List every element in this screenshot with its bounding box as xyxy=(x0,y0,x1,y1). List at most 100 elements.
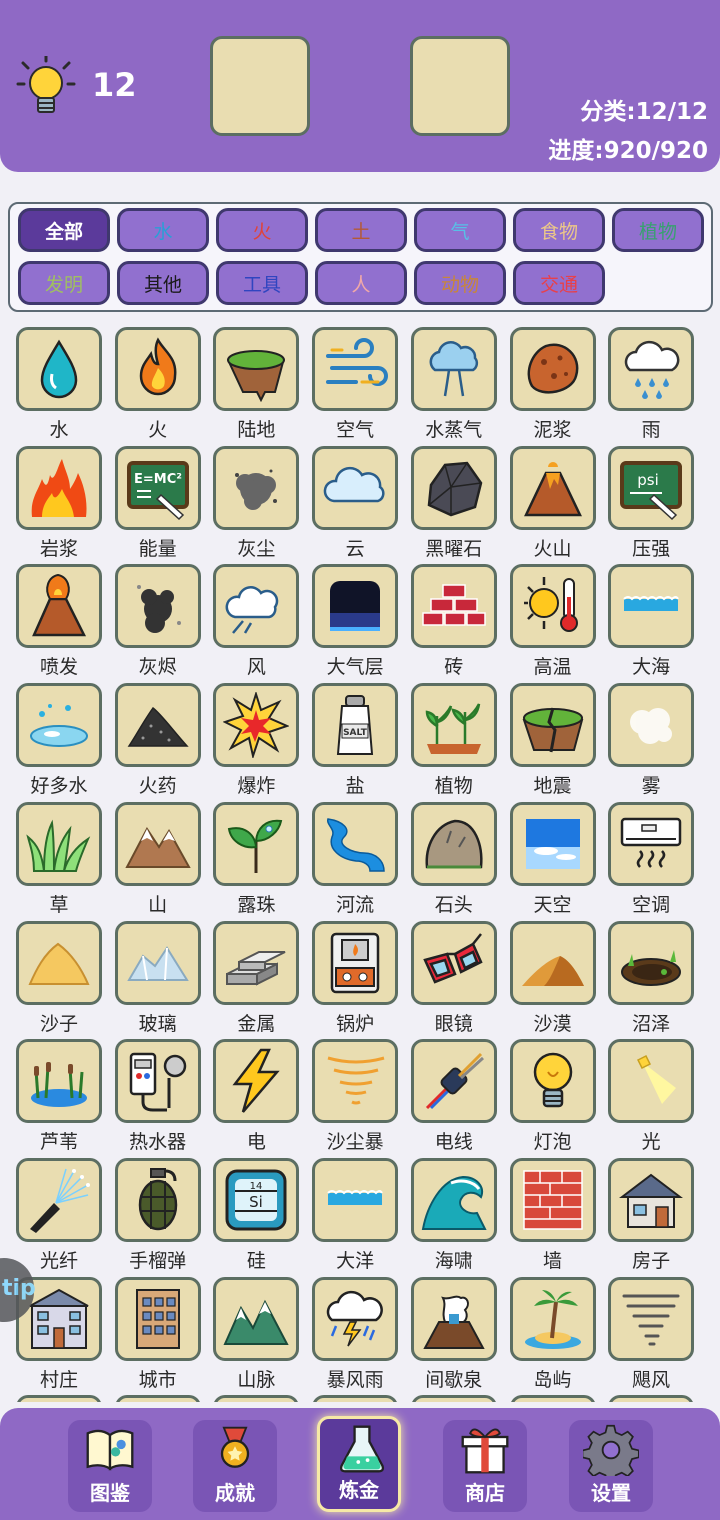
element-tile[interactable] xyxy=(114,683,201,768)
filter-chip[interactable]: 火 xyxy=(216,208,308,252)
element-tile[interactable] xyxy=(213,683,300,768)
filter-chip[interactable]: 交通 xyxy=(513,261,605,305)
element-tile[interactable] xyxy=(410,564,497,649)
element-card[interactable]: 植物 xyxy=(410,683,510,801)
element-tile-partial[interactable] xyxy=(16,1395,102,1402)
element-card[interactable]: 黑曜石 xyxy=(410,445,510,564)
nav-medal-button[interactable]: 成就 xyxy=(193,1420,277,1512)
element-tile[interactable] xyxy=(114,801,201,886)
element-tile[interactable]: E=MC² xyxy=(114,445,201,530)
hint-bulb-icon[interactable] xyxy=(16,56,76,120)
element-card[interactable]: 飓风 xyxy=(608,1276,707,1395)
element-tile[interactable] xyxy=(410,327,497,411)
element-tile[interactable] xyxy=(114,920,201,1005)
element-card[interactable]: 石头 xyxy=(410,801,510,920)
element-tile[interactable] xyxy=(410,1039,497,1124)
element-card[interactable]: 灯泡 xyxy=(509,1039,609,1157)
element-card[interactable]: 空调 xyxy=(608,801,707,920)
element-card[interactable]: 眼镜 xyxy=(410,920,510,1039)
element-tile[interactable] xyxy=(410,1276,497,1361)
element-tile[interactable] xyxy=(410,801,497,886)
filter-chip[interactable]: 植物 xyxy=(612,208,704,252)
element-tile[interactable]: psi xyxy=(608,445,695,530)
element-card[interactable]: 光 xyxy=(608,1039,707,1157)
element-tile[interactable] xyxy=(410,683,497,768)
element-card[interactable]: 火山 xyxy=(509,445,609,564)
nav-flask-button[interactable]: 炼金 xyxy=(317,1416,401,1512)
filter-chip[interactable]: 水 xyxy=(117,208,209,252)
filter-chip[interactable]: 其他 xyxy=(117,261,209,305)
element-tile[interactable] xyxy=(213,1276,300,1361)
element-tile[interactable] xyxy=(16,801,102,886)
element-tile[interactable] xyxy=(608,1157,695,1242)
element-tile[interactable] xyxy=(312,801,399,886)
element-tile[interactable] xyxy=(16,1157,102,1242)
element-card[interactable]: 沙漠 xyxy=(509,920,609,1039)
element-card[interactable]: 高温 xyxy=(509,564,609,682)
element-card[interactable]: 大海 xyxy=(608,564,707,682)
element-tile[interactable] xyxy=(608,564,695,649)
element-card[interactable]: 房子 xyxy=(608,1157,707,1276)
element-tile[interactable] xyxy=(16,445,102,530)
element-card[interactable]: E=MC² 能量 xyxy=(114,445,214,564)
element-card[interactable]: 泥浆 xyxy=(509,327,609,445)
element-tile[interactable] xyxy=(312,327,399,411)
element-card[interactable]: 水 xyxy=(16,327,115,445)
combine-slot-right[interactable] xyxy=(410,36,510,136)
element-card[interactable]: 山 xyxy=(114,801,214,920)
element-tile[interactable] xyxy=(509,1157,596,1242)
element-card[interactable]: 露珠 xyxy=(213,801,312,920)
element-card[interactable]: 风 xyxy=(213,564,312,682)
nav-gear-button[interactable]: 设置 xyxy=(569,1420,653,1512)
filter-chip[interactable]: 动物 xyxy=(414,261,506,305)
element-card[interactable]: 城市 xyxy=(114,1276,214,1395)
element-tile[interactable] xyxy=(509,564,596,649)
element-tile[interactable] xyxy=(114,1276,201,1361)
element-card[interactable]: 火 xyxy=(114,327,214,445)
element-card[interactable]: 电 xyxy=(213,1039,312,1157)
element-card[interactable]: psi 压强 xyxy=(608,445,707,564)
element-card[interactable]: 14 Si 硅 xyxy=(213,1157,312,1276)
element-tile[interactable] xyxy=(213,445,300,530)
nav-book-button[interactable]: 图鉴 xyxy=(68,1420,152,1512)
element-tile[interactable] xyxy=(509,327,596,411)
element-card[interactable]: 手榴弹 xyxy=(114,1157,214,1276)
element-card[interactable]: 草 xyxy=(16,801,115,920)
element-card[interactable]: SALT 盐 xyxy=(312,683,411,801)
element-card[interactable]: 雨 xyxy=(608,327,707,445)
element-card[interactable]: 灰烬 xyxy=(114,564,214,682)
element-card[interactable]: 间歇泉 xyxy=(410,1276,510,1395)
element-tile[interactable] xyxy=(509,920,596,1005)
element-card[interactable]: 爆炸 xyxy=(213,683,312,801)
element-tile[interactable] xyxy=(213,801,300,886)
combine-slot-left[interactable] xyxy=(210,36,310,136)
element-tile[interactable] xyxy=(509,1039,596,1124)
element-card[interactable]: 沙子 xyxy=(16,920,115,1039)
element-tile[interactable] xyxy=(608,1276,695,1361)
element-card[interactable]: 墙 xyxy=(509,1157,609,1276)
element-tile[interactable] xyxy=(608,683,695,768)
element-tile[interactable] xyxy=(213,327,300,411)
element-card[interactable]: 河流 xyxy=(312,801,411,920)
element-card[interactable]: 陆地 xyxy=(213,327,312,445)
element-tile-partial[interactable] xyxy=(509,1395,596,1402)
element-tile[interactable] xyxy=(509,445,596,530)
element-tile[interactable] xyxy=(312,564,399,649)
element-tile-partial[interactable] xyxy=(213,1395,300,1402)
element-card[interactable]: 岩浆 xyxy=(16,445,115,564)
element-card[interactable]: 沙尘暴 xyxy=(312,1039,411,1157)
element-card[interactable]: 金属 xyxy=(213,920,312,1039)
element-card[interactable]: 雾 xyxy=(608,683,707,801)
element-tile[interactable] xyxy=(509,683,596,768)
element-tile[interactable] xyxy=(312,445,399,530)
element-tile[interactable] xyxy=(114,1157,201,1242)
element-tile-partial[interactable] xyxy=(608,1395,695,1402)
element-tile[interactable] xyxy=(213,564,300,649)
element-card[interactable]: 喷发 xyxy=(16,564,115,682)
element-card[interactable]: 灰尘 xyxy=(213,445,312,564)
element-tile[interactable] xyxy=(312,920,399,1005)
element-tile[interactable]: 14 Si xyxy=(213,1157,300,1242)
element-tile[interactable] xyxy=(114,564,201,649)
element-card[interactable]: 热水器 xyxy=(114,1039,214,1157)
element-card[interactable]: 沼泽 xyxy=(608,920,707,1039)
